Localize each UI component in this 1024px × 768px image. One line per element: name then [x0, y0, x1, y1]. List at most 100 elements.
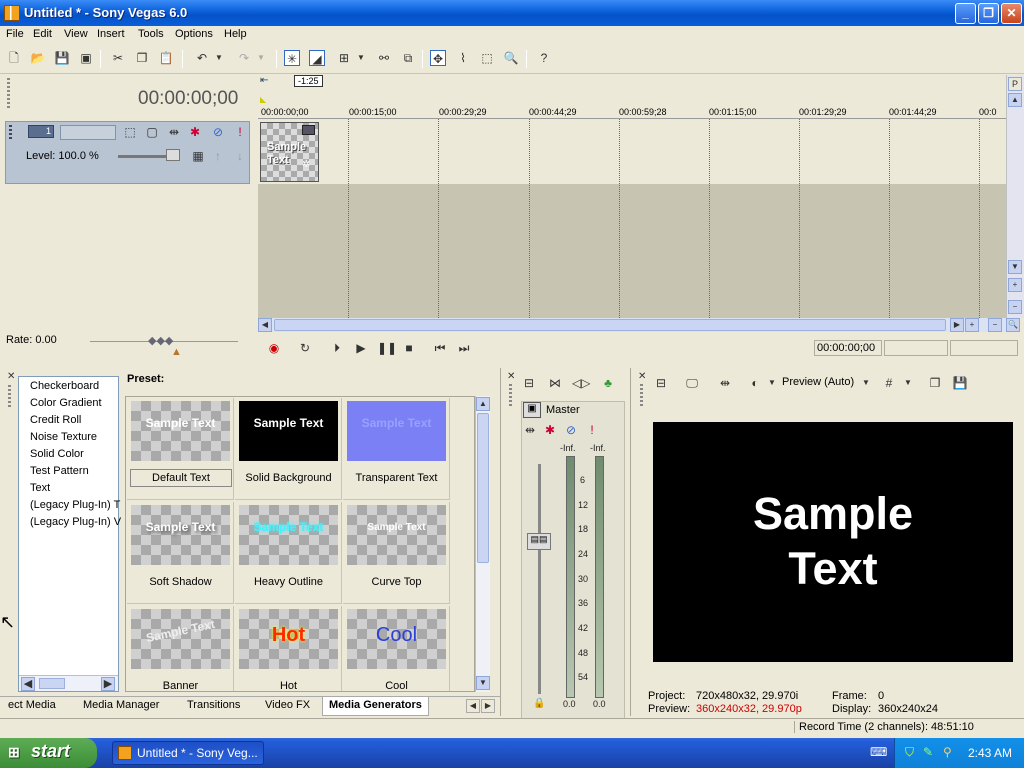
- play-from-start-icon[interactable]: ⏵: [329, 340, 345, 356]
- master-fader-track[interactable]: [538, 464, 541, 694]
- preview-properties-icon[interactable]: ⊟: [653, 375, 669, 391]
- list-scroll-thumb[interactable]: [39, 678, 65, 689]
- solo-icon[interactable]: !: [232, 124, 248, 140]
- redo-dropdown-icon[interactable]: ▼: [256, 50, 266, 66]
- zoom-out-vertical-button[interactable]: −: [1008, 300, 1022, 314]
- zoom-out-time-button[interactable]: −: [988, 318, 1002, 332]
- start-button[interactable]: ⊞ start: [0, 738, 97, 768]
- scroll-right-button[interactable]: ▶: [950, 318, 964, 332]
- move-track-up-icon[interactable]: ↑: [210, 148, 226, 164]
- preset-scroll-thumb[interactable]: [477, 413, 489, 563]
- compositing-mode-icon[interactable]: ⇹: [166, 124, 182, 140]
- zoom-in-time-button[interactable]: +: [965, 318, 979, 332]
- overlays-icon[interactable]: #: [881, 375, 897, 391]
- search-icon[interactable]: ⚲: [943, 745, 952, 759]
- copy-icon[interactable]: ❐: [134, 50, 150, 66]
- dim-output-icon[interactable]: ◁▷: [572, 375, 590, 391]
- preset-solid-background[interactable]: Sample Text Solid Background: [235, 398, 342, 500]
- record-icon[interactable]: ◉: [266, 340, 282, 356]
- event-pan-crop-icon[interactable]: [302, 125, 315, 135]
- close-button[interactable]: ✕: [1001, 3, 1022, 24]
- move-track-down-icon[interactable]: ↓: [232, 148, 248, 164]
- bus-mute-icon[interactable]: ⊘: [563, 422, 579, 438]
- keyboard-language-icon[interactable]: ⌨: [870, 745, 887, 759]
- list-item-color-gradient[interactable]: Color Gradient: [30, 397, 102, 409]
- downmix-icon[interactable]: ⋈: [547, 375, 563, 391]
- redo-icon[interactable]: ↷: [236, 50, 252, 66]
- go-to-start-icon[interactable]: ⏮: [432, 340, 448, 356]
- scroll-left-button[interactable]: ◀: [258, 318, 272, 332]
- list-item-legacy-t[interactable]: (Legacy Plug-In) T: [30, 499, 120, 511]
- timeline-scroll-thumb[interactable]: [274, 319, 946, 331]
- tab-transitions[interactable]: Transitions: [187, 699, 240, 711]
- menu-view[interactable]: View: [64, 28, 88, 40]
- split-dropdown-icon[interactable]: ▼: [767, 375, 777, 391]
- taskbar-vegas-button[interactable]: Untitled * - Sony Veg...: [112, 741, 264, 765]
- preview-close-icon[interactable]: ✕: [638, 371, 646, 382]
- auto-crossfade-icon[interactable]: ◢: [309, 50, 325, 66]
- security-shield-icon[interactable]: ⛉: [905, 745, 914, 760]
- save-icon[interactable]: 💾: [54, 50, 70, 66]
- menu-tools[interactable]: Tools: [138, 28, 164, 40]
- open-icon[interactable]: 📂: [30, 50, 46, 66]
- rate-slider-thumb[interactable]: ◆◆◆: [148, 334, 173, 347]
- preset-banner[interactable]: Sample Text Banner: [127, 606, 234, 691]
- render-icon[interactable]: ▣: [78, 50, 94, 66]
- insert-bus-icon[interactable]: ♣: [600, 375, 616, 391]
- list-item-noise-texture[interactable]: Noise Texture: [30, 431, 97, 443]
- time-ruler[interactable]: 00:00:00;00 00:00:15;00 00:00:29;29 00:0…: [258, 105, 1006, 119]
- copy-snapshot-icon[interactable]: ❐: [927, 375, 943, 391]
- preview-quality-select[interactable]: Preview (Auto): [782, 376, 854, 388]
- track-motion-icon[interactable]: ⬚: [122, 124, 138, 140]
- list-item-text[interactable]: Text: [30, 482, 50, 494]
- video-track-lane[interactable]: [258, 119, 1006, 184]
- preview-screen[interactable]: Sample Text: [653, 422, 1013, 662]
- preset-hot[interactable]: Hot Hot: [235, 606, 342, 691]
- paste-icon[interactable]: 📋: [158, 50, 174, 66]
- tab-media-manager[interactable]: Media Manager: [83, 699, 159, 711]
- timeline-clip[interactable]: Sample Text ✲: [260, 122, 319, 182]
- title-bar[interactable]: Untitled * - Sony Vegas 6.0 _ ❐ ✕: [0, 0, 1024, 26]
- preset-scroll-up-button[interactable]: ▲: [476, 397, 490, 411]
- play-icon[interactable]: ▶: [353, 340, 369, 356]
- preset-curve-top[interactable]: Sample Text Curve Top: [343, 502, 450, 604]
- tab-media-generators[interactable]: Media Generators: [322, 697, 429, 716]
- menu-options[interactable]: Options: [175, 28, 213, 40]
- preset-heavy-outline[interactable]: Sample Text Heavy Outline: [235, 502, 342, 604]
- selection-tool-icon[interactable]: ⬚: [479, 50, 495, 66]
- tabs-scroll-left-button[interactable]: ◀: [466, 699, 480, 713]
- track-level-thumb[interactable]: [166, 149, 180, 161]
- generator-list-hscroll[interactable]: ◀ ▶: [19, 675, 118, 691]
- envelope-tool-icon[interactable]: ⌇: [455, 50, 471, 66]
- list-item-credit-roll[interactable]: Credit Roll: [30, 414, 81, 426]
- external-monitor-icon[interactable]: 🖵: [684, 375, 700, 391]
- loop-playback-icon[interactable]: ↻: [297, 340, 313, 356]
- preset-grid-scrollbar[interactable]: ▲ ▼: [475, 396, 490, 692]
- network-icon[interactable]: ✎: [923, 745, 933, 759]
- menu-help[interactable]: Help: [224, 28, 247, 40]
- bus-fx-icon[interactable]: ✱: [542, 422, 558, 438]
- undo-icon[interactable]: ↶: [194, 50, 210, 66]
- ripple-edit-icon[interactable]: ⊞: [336, 50, 352, 66]
- timeline-vertical-scrollbar[interactable]: P ▲ ▼ + −: [1006, 75, 1024, 318]
- menu-edit[interactable]: Edit: [33, 28, 52, 40]
- zoom-tool-icon[interactable]: 🔍: [503, 50, 519, 66]
- preset-default-text[interactable]: Sample Text Default Text: [127, 398, 234, 500]
- list-item-checkerboard[interactable]: Checkerboard: [30, 380, 99, 392]
- whats-this-help-icon[interactable]: ?: [536, 50, 552, 66]
- mixer-properties-icon[interactable]: ⊟: [521, 375, 537, 391]
- event-fx-icon[interactable]: ✲: [302, 159, 310, 170]
- ignore-grouping-icon[interactable]: ⧉: [400, 50, 416, 66]
- fader-lock-icon[interactable]: 🔒: [533, 698, 545, 709]
- scroll-up-button[interactable]: ▲: [1008, 93, 1022, 107]
- minimize-button[interactable]: _: [955, 3, 976, 24]
- timeline-horizontal-scrollbar[interactable]: ◀ ▶ + −: [258, 318, 1006, 332]
- preset-scroll-down-button[interactable]: ▼: [476, 676, 490, 690]
- mixer-close-icon[interactable]: ✕: [507, 371, 515, 382]
- lock-envelopes-icon[interactable]: ⚯: [376, 50, 392, 66]
- zoom-tool-button[interactable]: 🔍: [1006, 318, 1020, 332]
- list-scroll-left-button[interactable]: ◀: [21, 677, 35, 691]
- scroll-down-button[interactable]: ▼: [1008, 260, 1022, 274]
- composite-level-icon[interactable]: ▦: [190, 148, 206, 164]
- marker-bar[interactable]: ⇤ -1:25 ◣: [258, 75, 1006, 105]
